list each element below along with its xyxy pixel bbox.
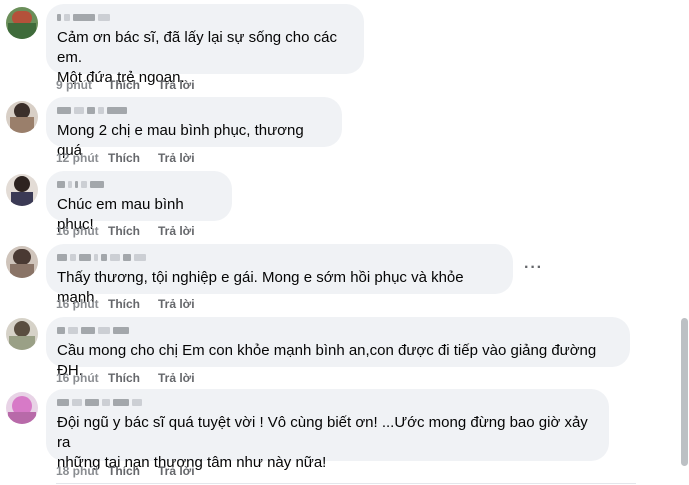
- comment-actions: 12 phút Thích Trả lời: [56, 150, 195, 166]
- comment-actions: 16 phút Thích Trả lời: [56, 223, 195, 239]
- like-button[interactable]: Thích: [108, 151, 158, 165]
- like-button[interactable]: Thích: [108, 224, 158, 238]
- reply-button[interactable]: Trả lời: [158, 151, 195, 165]
- like-button[interactable]: Thích: [108, 371, 158, 385]
- like-button[interactable]: Thích: [108, 78, 158, 92]
- comment-time[interactable]: 18 phút: [56, 464, 108, 478]
- comment-actions: 9 phút Thích Trả lời: [56, 77, 195, 93]
- author-name[interactable]: [57, 325, 618, 336]
- divider: [56, 483, 636, 484]
- avatar[interactable]: [6, 174, 38, 206]
- like-button[interactable]: Thích: [108, 297, 158, 311]
- comment-time[interactable]: 16 phút: [56, 297, 108, 311]
- comment-bubble: Chúc em mau bình phục!: [46, 171, 232, 233]
- comment-time[interactable]: 9 phút: [56, 78, 108, 92]
- comment-bubble: Đội ngũ y bác sĩ quá tuyệt vời ! Vô cùng…: [46, 389, 609, 471]
- avatar[interactable]: [6, 392, 38, 424]
- comment-bubble: Cầu mong cho chị Em con khỏe mạnh bình a…: [46, 317, 630, 379]
- avatar[interactable]: [6, 7, 38, 39]
- comment-text-line: Cảm ơn bác sĩ, đã lấy lại sự sống cho cá…: [57, 29, 338, 66]
- avatar[interactable]: [6, 318, 38, 350]
- like-button[interactable]: Thích: [108, 464, 158, 478]
- reply-button[interactable]: Trả lời: [158, 297, 195, 311]
- author-name[interactable]: [57, 397, 597, 408]
- reply-button[interactable]: Trả lời: [158, 78, 195, 92]
- comment-actions: 16 phút Thích Trả lời: [56, 296, 195, 312]
- comment-time[interactable]: 12 phút: [56, 151, 108, 165]
- author-name[interactable]: [57, 12, 352, 23]
- author-name[interactable]: [57, 252, 501, 263]
- reply-button[interactable]: Trả lời: [158, 224, 195, 238]
- reply-button[interactable]: Trả lời: [158, 464, 195, 478]
- avatar[interactable]: [6, 246, 38, 278]
- comment-actions: 16 phút Thích Trả lời: [56, 370, 195, 386]
- more-options-icon[interactable]: ···: [524, 259, 543, 277]
- avatar[interactable]: [6, 101, 38, 133]
- comment-bubble: Mong 2 chị e mau bình phục, thương quá: [46, 97, 342, 159]
- comment-bubble: Thấy thương, tội nghiệp e gái. Mong e sớ…: [46, 244, 513, 306]
- author-name[interactable]: [57, 105, 330, 116]
- reply-button[interactable]: Trả lời: [158, 371, 195, 385]
- scrollbar[interactable]: [681, 318, 688, 466]
- comment-text-line: Đội ngũ y bác sĩ quá tuyệt vời ! Vô cùng…: [57, 414, 588, 451]
- comment-bubble: Cảm ơn bác sĩ, đã lấy lại sự sống cho cá…: [46, 4, 364, 86]
- comment-actions: 18 phút Thích Trả lời: [56, 463, 195, 479]
- comment-time[interactable]: 16 phút: [56, 371, 108, 385]
- author-name[interactable]: [57, 179, 220, 190]
- comment-time[interactable]: 16 phút: [56, 224, 108, 238]
